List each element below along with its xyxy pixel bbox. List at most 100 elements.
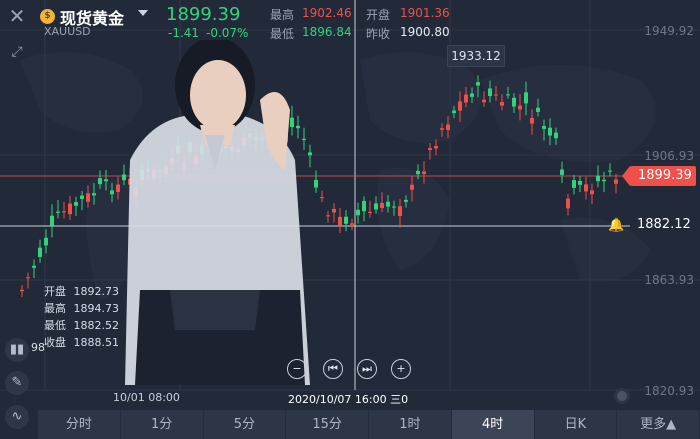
time-axis-left: 10/01 08:00 — [113, 391, 180, 404]
candle-body — [602, 179, 606, 182]
candle-body — [362, 200, 366, 212]
cursor-price-tag: 1882.12 — [637, 217, 691, 232]
last-price: 1899.39 — [166, 4, 241, 25]
scroll-handle[interactable] — [614, 388, 630, 404]
candle-body — [338, 216, 342, 226]
candle-body — [356, 209, 360, 216]
candle-body — [86, 193, 90, 202]
prev-close-value: 1900.80 — [400, 25, 450, 39]
close-icon[interactable]: ✕ — [6, 6, 28, 28]
candle-body — [332, 208, 336, 213]
axis-price-2: 1906.93 — [644, 149, 694, 163]
ohlc-low-label: 最低 — [44, 319, 66, 332]
axis-price-1: 1949.92 — [644, 24, 694, 38]
app-window: ✕ $ 现货黄金 XAUUSD 1899.39 -1.41 -0.07% 最高 … — [0, 0, 700, 439]
candle-body — [80, 195, 84, 199]
candle-body — [536, 107, 540, 112]
candle-body — [608, 170, 612, 172]
pencil-icon[interactable]: ✎ — [5, 371, 29, 395]
ohlc-tooltip: 开盘 1892.73 最高 1894.73 最低 1882.52 收盘 1888… — [44, 283, 119, 351]
gold-coin-icon: $ — [40, 9, 55, 24]
cursor-date-text: 2020/10/07 16:00 三 — [288, 393, 402, 406]
step-forward-button[interactable]: ⏭ — [357, 359, 377, 379]
candle-body — [368, 211, 372, 213]
candle-body — [596, 175, 600, 182]
open-value: 1901.36 — [400, 6, 450, 20]
candle-body — [560, 169, 564, 175]
expand-icon[interactable]: ⤢ — [7, 42, 27, 62]
tab-timeshare[interactable]: 分时 — [38, 410, 121, 439]
candle-body — [56, 211, 60, 213]
header: ✕ $ 现货黄金 XAUUSD 1899.39 -1.41 -0.07% 最高 … — [0, 0, 700, 44]
candle-body — [440, 128, 444, 130]
axis-price-4: 1820.93 — [644, 384, 694, 398]
candle-body — [74, 202, 78, 206]
candle-body — [452, 110, 456, 114]
candle-body — [584, 184, 588, 192]
candle-body — [350, 223, 354, 225]
prev-close-label: 昨收 — [366, 27, 391, 41]
candle-body — [506, 94, 510, 96]
candle-body — [374, 203, 378, 210]
candle-body — [554, 132, 558, 139]
ohlc-open-value: 1892.73 — [73, 285, 120, 298]
candle-body — [38, 247, 42, 257]
candle-body — [68, 203, 72, 215]
candle-body — [578, 181, 582, 185]
candle-body — [512, 97, 516, 107]
candle-body — [614, 179, 618, 184]
high-label: 最高 — [270, 8, 295, 22]
step-back-button[interactable]: ⏮ — [323, 359, 343, 379]
candle-body — [548, 127, 552, 136]
candle-body — [566, 198, 570, 209]
candle-body — [44, 237, 48, 246]
candle-body — [326, 215, 330, 217]
instrument-symbol: XAUUSD — [44, 25, 91, 38]
high-value: 1902.46 — [302, 6, 352, 20]
candle-body — [32, 265, 36, 268]
candle-body — [488, 88, 492, 97]
candle-body — [416, 170, 420, 175]
candle-body — [404, 199, 408, 202]
zoom-in-button[interactable]: + — [391, 359, 411, 379]
price-change-percent: -0.07% — [206, 26, 249, 40]
bell-icon[interactable]: 🔔 — [608, 218, 624, 234]
ohlc-open-label: 开盘 — [44, 285, 66, 298]
max-price-tag: 1933.12 — [447, 45, 505, 67]
candle-body — [590, 190, 594, 195]
candle-body — [542, 126, 546, 129]
candle-body — [434, 146, 438, 149]
tab-1min[interactable]: 1分 — [121, 410, 204, 439]
candle-body — [386, 201, 390, 207]
candle-body — [398, 206, 402, 217]
candle-body — [392, 206, 396, 208]
candle-body — [470, 93, 474, 97]
axis-price-3: 1863.93 — [644, 273, 694, 287]
line-chart-icon[interactable]: ∿ — [5, 405, 29, 429]
tab-15min[interactable]: 15分 — [286, 410, 369, 439]
tab-daily[interactable]: 日K — [535, 410, 618, 439]
woman-photo — [125, 40, 310, 385]
candle-body — [482, 99, 486, 103]
tab-1hour[interactable]: 1时 — [369, 410, 452, 439]
candle-body — [62, 211, 66, 213]
timeframe-tabs: 分时 1分 5分 15分 1时 4时 日K 更多▲ — [38, 410, 700, 439]
indicator-icon[interactable]: ▮▮ — [5, 338, 29, 362]
price-change: -1.41 — [168, 26, 200, 40]
chevron-down-icon[interactable] — [138, 10, 148, 16]
candle-body — [98, 178, 102, 185]
candle-body — [518, 105, 522, 110]
candle-body — [380, 203, 384, 209]
candle-body — [20, 289, 24, 292]
candle-body — [464, 94, 468, 103]
candle-body — [26, 277, 30, 279]
tab-4hour[interactable]: 4时 — [451, 410, 535, 439]
current-price-tag: 1899.39 — [622, 166, 696, 186]
candle-body — [422, 171, 426, 175]
tab-5min[interactable]: 5分 — [204, 410, 287, 439]
cursor-date: 2020/10/07 16:00 三0 — [288, 391, 408, 407]
left-partial-value: 98 — [31, 341, 45, 354]
tab-more[interactable]: 更多▲ — [617, 410, 700, 439]
zoom-out-button[interactable]: − — [287, 359, 307, 379]
open-label: 开盘 — [366, 8, 391, 22]
